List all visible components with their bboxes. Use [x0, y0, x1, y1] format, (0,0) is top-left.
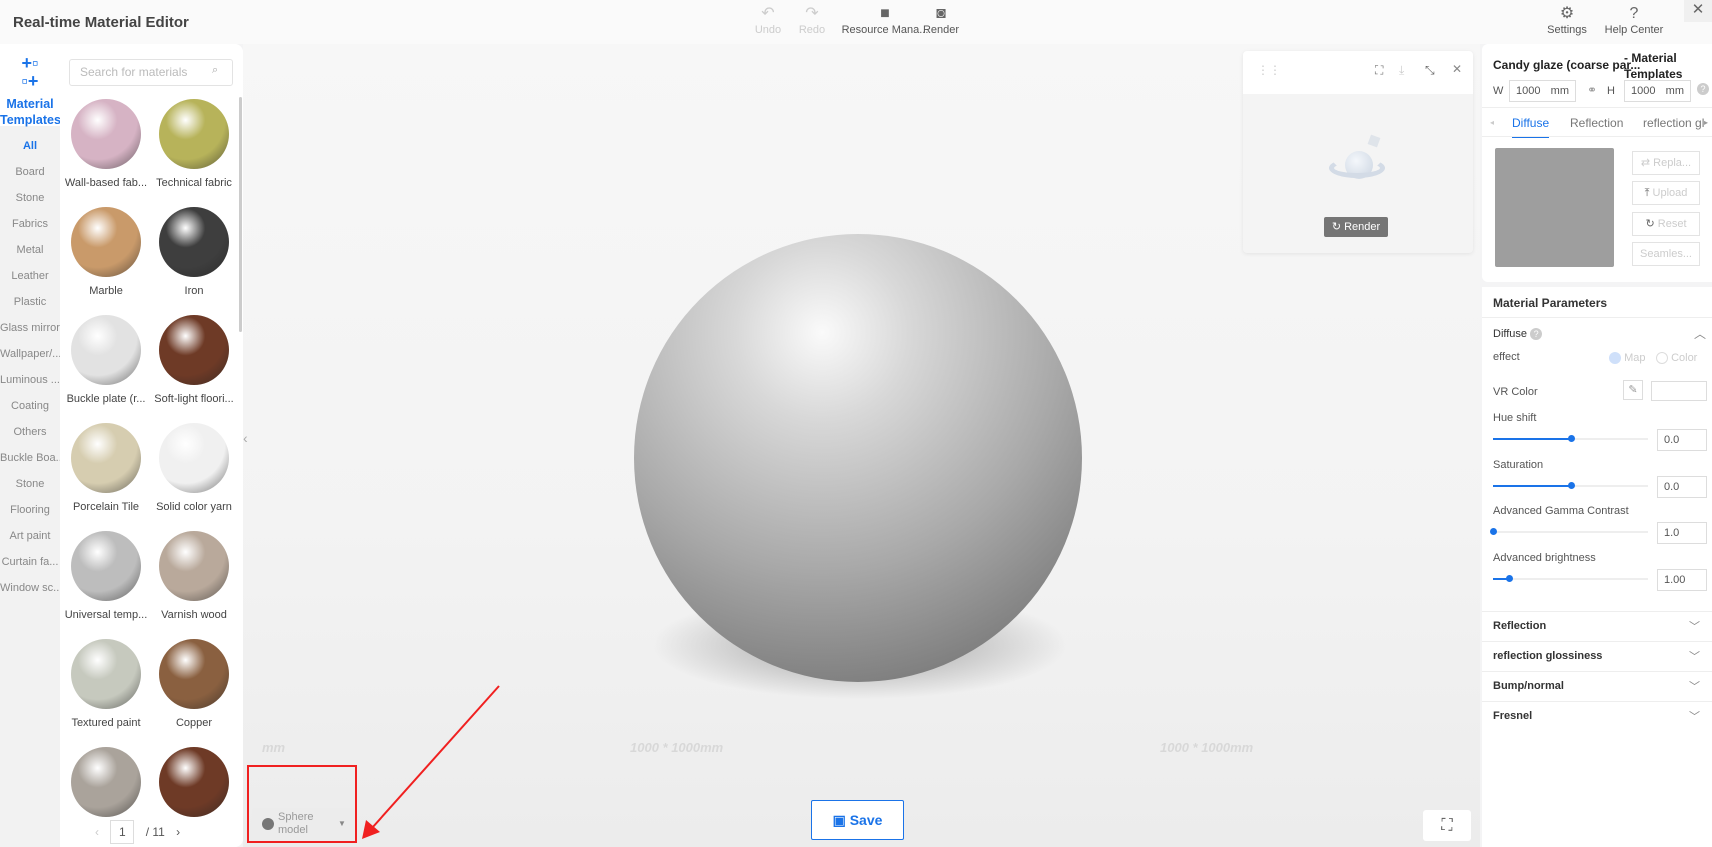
- tab-reflection[interactable]: Reflection: [1570, 116, 1623, 130]
- section-label: reflection glossiness: [1493, 650, 1603, 662]
- material-parameters-panel: [1482, 287, 1712, 847]
- chevron-down-icon: ﹀: [1689, 651, 1700, 663]
- slider-label: Advanced Gamma Contrast: [1493, 505, 1629, 517]
- section-label: Reflection: [1493, 620, 1547, 632]
- slider-label: Hue shift: [1493, 412, 1537, 424]
- seamless-button[interactable]: Seamles...: [1632, 242, 1700, 266]
- help-icon[interactable]: ?: [1697, 83, 1709, 95]
- section-label: Bump/normal: [1493, 680, 1564, 692]
- slider-value-input[interactable]: 0.0: [1657, 429, 1707, 451]
- material-title: Candy glaze (coarse par...: [1493, 58, 1641, 72]
- eyedropper-icon[interactable]: ✎: [1623, 380, 1643, 400]
- replace-button[interactable]: ⇄ Repla...: [1632, 151, 1700, 175]
- section-header[interactable]: Reflection ﹀: [1482, 611, 1712, 641]
- tab-scroll-right-icon[interactable]: ▸: [1704, 118, 1708, 127]
- height-label: H: [1607, 85, 1615, 97]
- tab-reflection-glossiness[interactable]: reflection gl: [1643, 116, 1705, 130]
- chevron-down-icon: ﹀: [1689, 711, 1700, 723]
- diffuse-texture-thumbnail[interactable]: [1495, 148, 1614, 267]
- slider-value-input[interactable]: 0.0: [1657, 475, 1707, 498]
- material-source: - Material Templates: [1624, 51, 1683, 81]
- slider-handle[interactable]: [1505, 574, 1513, 582]
- vr-color-input[interactable]: [1651, 381, 1707, 401]
- slider-handle[interactable]: [1567, 435, 1575, 442]
- slider-label: Advanced brightness: [1493, 551, 1596, 564]
- diffuse-section-header[interactable]: Diffuse ?: [1493, 328, 1543, 340]
- section-label: Fresnel: [1493, 710, 1533, 722]
- radio-map[interactable]: Map: [1609, 352, 1645, 365]
- chevron-down-icon: ﹀: [1689, 621, 1700, 633]
- link-icon[interactable]: ⚭: [1587, 83, 1597, 97]
- section-header[interactable]: reflection glossiness ﹀: [1482, 641, 1712, 671]
- slider-label: Saturation: [1493, 458, 1544, 471]
- width-label: W: [1493, 85, 1504, 97]
- height-input[interactable]: 1000 mm: [1624, 80, 1691, 102]
- parameters-title: Material Parameters: [1493, 296, 1608, 310]
- help-icon: ?: [1530, 328, 1543, 340]
- radio-color[interactable]: Color: [1656, 352, 1697, 365]
- slider-handle[interactable]: [1490, 528, 1497, 535]
- section-header[interactable]: Bump/normal ﹀: [1482, 671, 1712, 701]
- slider[interactable]: [1493, 481, 1648, 489]
- chevron-down-icon: ﹀: [1689, 681, 1700, 693]
- slider[interactable]: [1493, 435, 1648, 442]
- annotation-arrow: [362, 685, 500, 839]
- chevron-up-icon[interactable]: ︿: [1694, 325, 1706, 342]
- effect-label: effect: [1493, 351, 1520, 363]
- width-input[interactable]: 1000 mm: [1509, 80, 1576, 102]
- tab-scroll-left-icon[interactable]: ◂: [1490, 118, 1494, 127]
- slider[interactable]: [1490, 528, 1648, 535]
- slider[interactable]: [1493, 574, 1648, 582]
- slider-value-input[interactable]: 1.0: [1657, 522, 1707, 544]
- section-header[interactable]: Fresnel ﹀: [1482, 701, 1712, 731]
- reset-button[interactable]: ↻ Reset: [1632, 212, 1700, 236]
- upload-button[interactable]: ⤒ Upload: [1632, 181, 1700, 205]
- slider-handle[interactable]: [1567, 481, 1575, 489]
- slider-value-input[interactable]: 1.00: [1657, 568, 1707, 591]
- tab-diffuse[interactable]: Diffuse: [1512, 116, 1550, 138]
- vr-color-label: VR Color: [1493, 386, 1538, 398]
